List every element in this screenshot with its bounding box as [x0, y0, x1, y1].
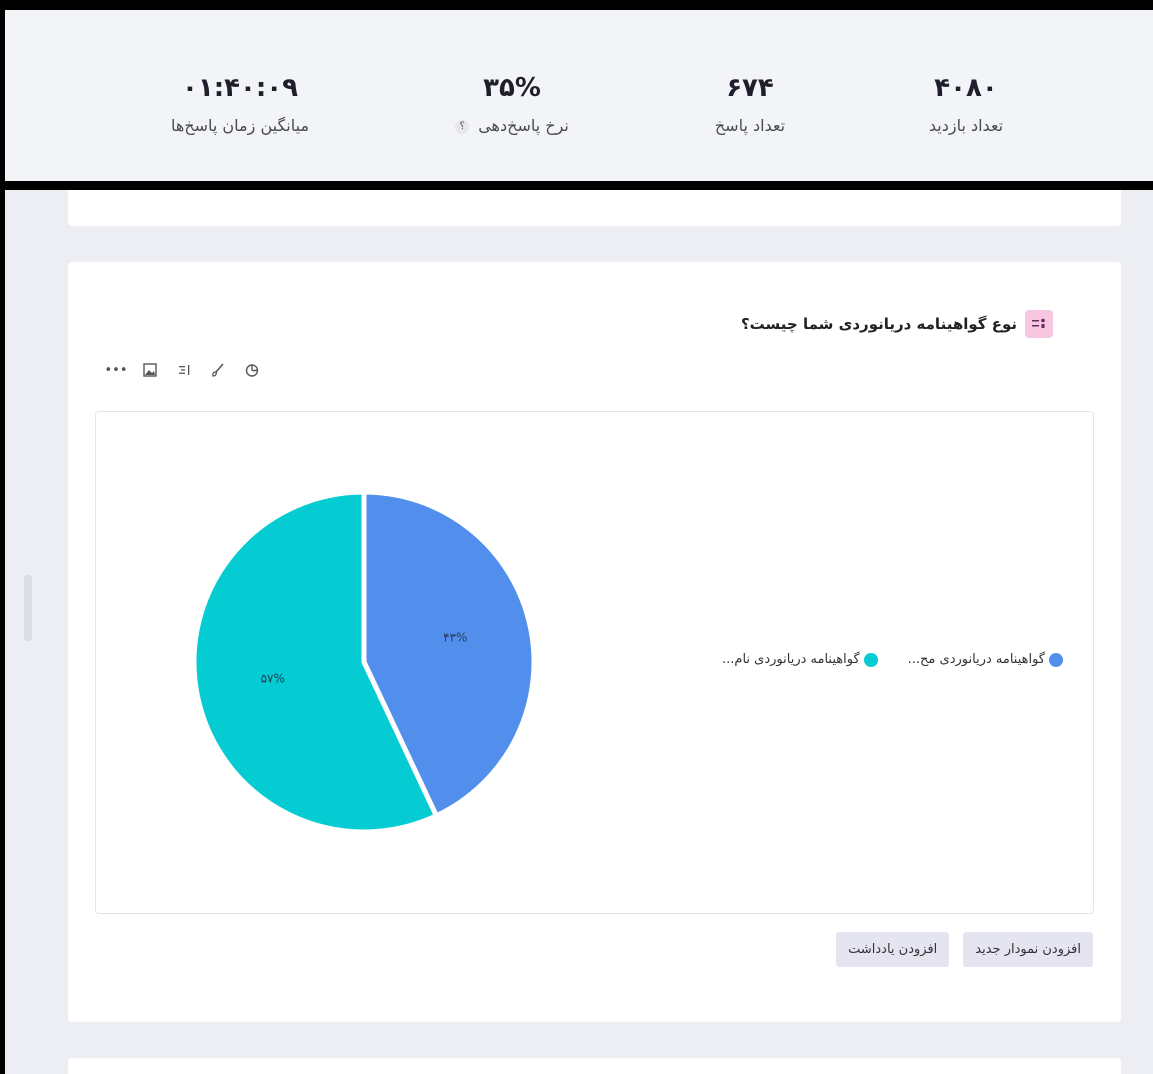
add-note-button[interactable]: افزودن یادداشت: [836, 932, 950, 967]
legend-label: گواهینامه دریانوردی نام...: [722, 652, 860, 667]
legend-label: گواهینامه دریانوردی مح...: [907, 652, 1045, 667]
card-actions: افزودن نمودار جدید افزودن یادداشت: [836, 932, 1093, 967]
brush-icon[interactable]: [208, 360, 228, 380]
stat-response-rate-label-row: نرخ پاسخ‌دهی ؟: [402, 116, 622, 136]
stat-response-rate-value: ۳۵%: [483, 73, 541, 103]
stat-responses-value: ۶۷۴: [726, 73, 774, 103]
stat-responses-label: تعداد پاسخ: [714, 116, 786, 135]
question-card: نوع گواهینامه دریانوردی شما چیست؟ ••• ۴۳…: [68, 262, 1121, 1022]
add-chart-button[interactable]: افزودن نمودار جدید: [963, 932, 1093, 967]
stat-visits-label: تعداد بازدید: [928, 116, 1004, 135]
chart-container: ۴۳% ۵۷% گواهینامه دریانوردی مح... گواهینا…: [95, 411, 1094, 914]
pie-slice-label: ۴۳%: [443, 631, 467, 645]
pie-slice-label: ۵۷%: [261, 671, 285, 685]
question-title: نوع گواهینامه دریانوردی شما چیست؟: [740, 315, 1017, 333]
sort-icon[interactable]: [174, 360, 194, 380]
legend-dot: [863, 652, 878, 667]
more-icon[interactable]: •••: [105, 360, 128, 380]
stat-visits: ۴۰۸۰ تعداد بازدید: [856, 72, 1076, 136]
chart-toolbar: •••: [105, 360, 262, 380]
question-list-icon: [1025, 310, 1053, 338]
image-icon[interactable]: [140, 360, 160, 380]
chart-type-icon[interactable]: [242, 360, 262, 380]
legend-item[interactable]: گواهینامه دریانوردی مح...: [908, 652, 1063, 667]
side-panel-handle[interactable]: [24, 575, 32, 641]
stat-avg-time-label: میانگین زمان پاسخ‌ها: [170, 116, 310, 135]
stat-responses: ۶۷۴ تعداد پاسخ: [640, 72, 860, 136]
stat-avg-time: ۰۱:۴۰:۰۹ میانگین زمان پاسخ‌ها: [130, 72, 350, 136]
stat-avg-time-value: ۰۱:۴۰:۰۹: [181, 73, 298, 103]
help-icon[interactable]: ؟: [455, 119, 470, 134]
stat-visits-value: ۴۰۸۰: [934, 73, 998, 103]
stats-bar: ۴۰۸۰ تعداد بازدید ۶۷۴ تعداد پاسخ ۳۵% نرخ…: [5, 10, 1153, 190]
next-card: [68, 1058, 1121, 1074]
previous-card: [68, 190, 1121, 226]
legend-item[interactable]: گواهینامه دریانوردی نام...: [722, 652, 878, 667]
stat-response-rate-label: نرخ پاسخ‌دهی: [478, 116, 569, 135]
stat-response-rate: ۳۵% نرخ پاسخ‌دهی ؟: [402, 72, 622, 136]
chart-legend: گواهینامه دریانوردی مح... گواهینامه دریا…: [722, 652, 1063, 667]
question-header: نوع گواهینامه دریانوردی شما چیست؟: [741, 310, 1053, 338]
legend-dot: [1049, 652, 1063, 667]
